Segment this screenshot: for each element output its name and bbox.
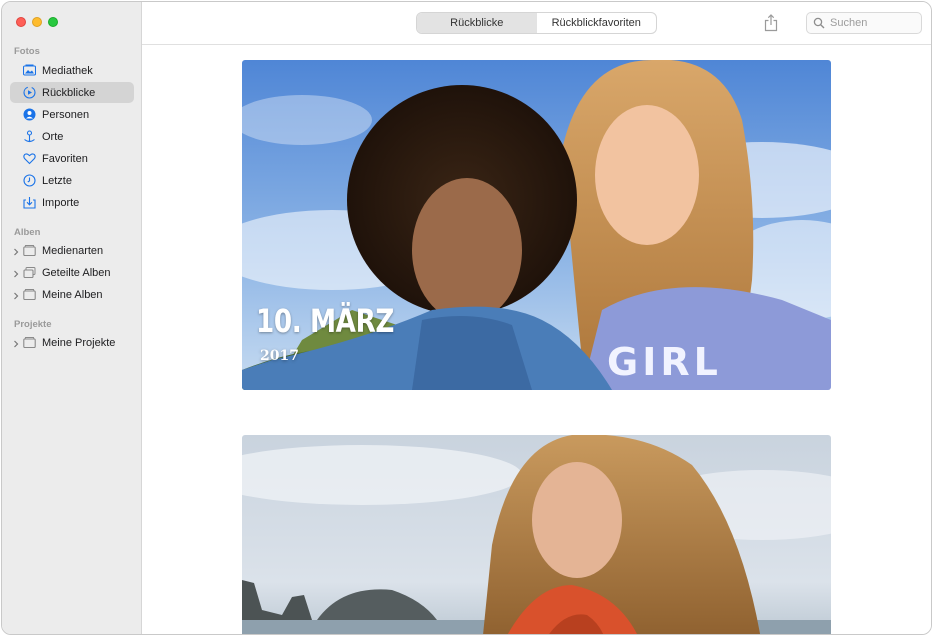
sidebar-item-medienarten[interactable]: Medienarten (10, 240, 134, 261)
search-field[interactable] (806, 12, 922, 34)
sidebar-item-label: Mediathek (42, 64, 93, 77)
memories-icon (23, 86, 36, 99)
memory-photo (242, 435, 831, 634)
memory-year: 2017 (260, 348, 299, 364)
sidebar: Fotos Mediathek Rückblicke Personen Orte (2, 2, 142, 634)
tab-rueckblicke[interactable]: Rückblicke (417, 13, 537, 33)
memories-segmented-control: Rückblicke Rückblickfavoriten (416, 12, 657, 34)
memory-title: 10. MÄRZ (256, 302, 394, 340)
import-icon (23, 196, 36, 209)
sidebar-item-importe[interactable]: Importe (10, 192, 134, 213)
sidebar-item-mediathek[interactable]: Mediathek (10, 60, 134, 81)
sidebar-item-orte[interactable]: Orte (10, 126, 134, 147)
heart-icon (23, 152, 36, 165)
sidebar-item-meine-projekte[interactable]: Meine Projekte (10, 332, 134, 353)
folder-icon (23, 288, 36, 301)
section-title-projekte: Projekte (14, 319, 52, 330)
sidebar-item-label: Personen (42, 108, 90, 121)
sidebar-item-label: Favoriten (42, 152, 88, 165)
share-button[interactable] (764, 14, 778, 32)
minimize-window-button[interactable] (32, 17, 42, 27)
tab-rueckblickfavoriten[interactable]: Rückblickfavoriten (537, 13, 657, 33)
photos-window: Fotos Mediathek Rückblicke Personen Orte (1, 1, 932, 635)
sidebar-item-label: Medienarten (42, 244, 104, 257)
chevron-right-icon[interactable] (12, 339, 20, 347)
memory-photo: GIRL (242, 60, 831, 390)
chevron-right-icon[interactable] (12, 291, 20, 299)
sidebar-item-favoriten[interactable]: Favoriten (10, 148, 134, 169)
sidebar-item-label: Meine Alben (42, 288, 103, 301)
shared-albums-icon (23, 266, 36, 279)
section-title-fotos: Fotos (14, 46, 40, 57)
sidebar-item-label: Letzte (42, 174, 72, 187)
chevron-right-icon[interactable] (12, 247, 20, 255)
person-icon (23, 108, 36, 121)
folder-icon (23, 336, 36, 349)
memories-grid: GIRL 10. MÄRZ 2017 (142, 45, 931, 634)
folder-icon (23, 244, 36, 257)
clock-icon (23, 174, 36, 187)
sidebar-item-geteilte-alben[interactable]: Geteilte Alben (10, 262, 134, 283)
search-icon (813, 17, 825, 29)
maximize-window-button[interactable] (48, 17, 58, 27)
photo-library-icon (23, 64, 36, 77)
close-window-button[interactable] (16, 17, 26, 27)
pin-icon (23, 130, 36, 143)
share-icon (764, 14, 778, 32)
svg-text:GIRL: GIRL (607, 340, 722, 384)
window-controls (16, 17, 58, 27)
sidebar-item-rueckblicke[interactable]: Rückblicke (10, 82, 134, 103)
sidebar-item-label: Geteilte Alben (42, 266, 111, 279)
chevron-right-icon[interactable] (12, 269, 20, 277)
sidebar-item-label: Rückblicke (42, 86, 96, 99)
toolbar: Rückblicke Rückblickfavoriten (142, 2, 931, 45)
sidebar-item-personen[interactable]: Personen (10, 104, 134, 125)
sidebar-item-label: Importe (42, 196, 80, 209)
sidebar-item-label: Meine Projekte (42, 336, 116, 349)
sidebar-item-letzte[interactable]: Letzte (10, 170, 134, 191)
sidebar-item-meine-alben[interactable]: Meine Alben (10, 284, 134, 305)
memory-card[interactable]: GIRL 10. MÄRZ 2017 (242, 60, 831, 390)
search-input[interactable] (830, 17, 920, 29)
section-title-alben: Alben (14, 227, 41, 238)
memory-card[interactable] (242, 435, 831, 634)
sidebar-item-label: Orte (42, 130, 64, 143)
